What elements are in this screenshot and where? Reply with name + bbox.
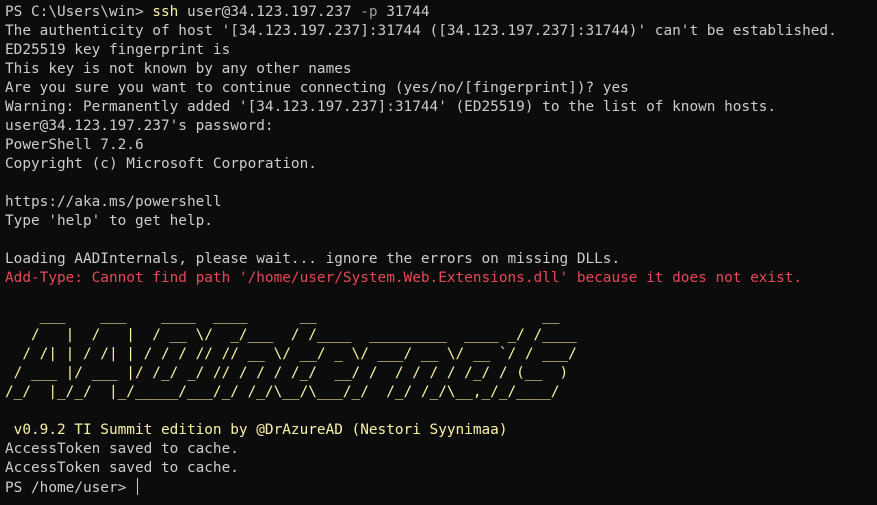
output-line: The authenticity of host '[34.123.197.23… [5,23,837,39]
output-line: Copyright (c) Microsoft Corporation. [5,156,317,172]
output-line: Are you sure you want to continue connec… [5,80,629,96]
banner-line: /_/ |_/_/ |_/_____/___/_/ /_/\__/\___/_/… [5,384,560,400]
prompt-text: PS /home/user> [5,480,135,496]
input-prompt-line[interactable]: PS /home/user> [5,478,877,497]
command-flag: -p [360,4,378,20]
error-line: Add-Type: Cannot find path '/home/user/S… [5,270,803,286]
banner-line [5,288,877,307]
output-line: https://aka.ms/powershell [5,194,222,210]
output-line: AccessToken saved to cache. [5,441,239,457]
banner-line: ___ ___ ____ ____ __ __ [5,308,560,324]
output-line: This key is not known by any other names [5,61,352,77]
prompt-text: PS C:\Users\win> [5,4,153,20]
banner-line: / | / | / __ \/ _/___ / /____ _________ … [5,327,577,343]
banner-line: / /| | / /| | / / / // // __ \/ __/ _ \/… [5,346,577,362]
banner-line [5,402,877,421]
banner-line: / ___ |/ ___ |/ /_/ _/ // / / / /_/ __/ … [5,365,569,381]
output-line: PowerShell 7.2.6 [5,137,144,153]
command-name: ssh [152,4,179,20]
output-line: ED25519 key fingerprint is [5,42,231,58]
text-cursor [136,478,138,495]
output-line: Loading AADInternals, please wait... ign… [5,251,621,267]
output-line: Type 'help' to get help. [5,213,213,229]
terminal-window[interactable]: PS C:\Users\win> ssh user@34.123.197.237… [0,0,877,505]
command-port: 31744 [377,4,430,20]
ssh-command-line: PS C:\Users\win> ssh user@34.123.197.237… [5,3,877,22]
output-line: Warning: Permanently added '[34.123.197.… [5,99,777,115]
output-line: AccessToken saved to cache. [5,460,239,476]
output-line: user@34.123.197.237's password: [5,118,274,134]
command-arg-user: user@34.123.197.237 [178,4,361,20]
version-line: v0.9.2 TI Summit edition by @DrAzureAD (… [5,422,508,438]
